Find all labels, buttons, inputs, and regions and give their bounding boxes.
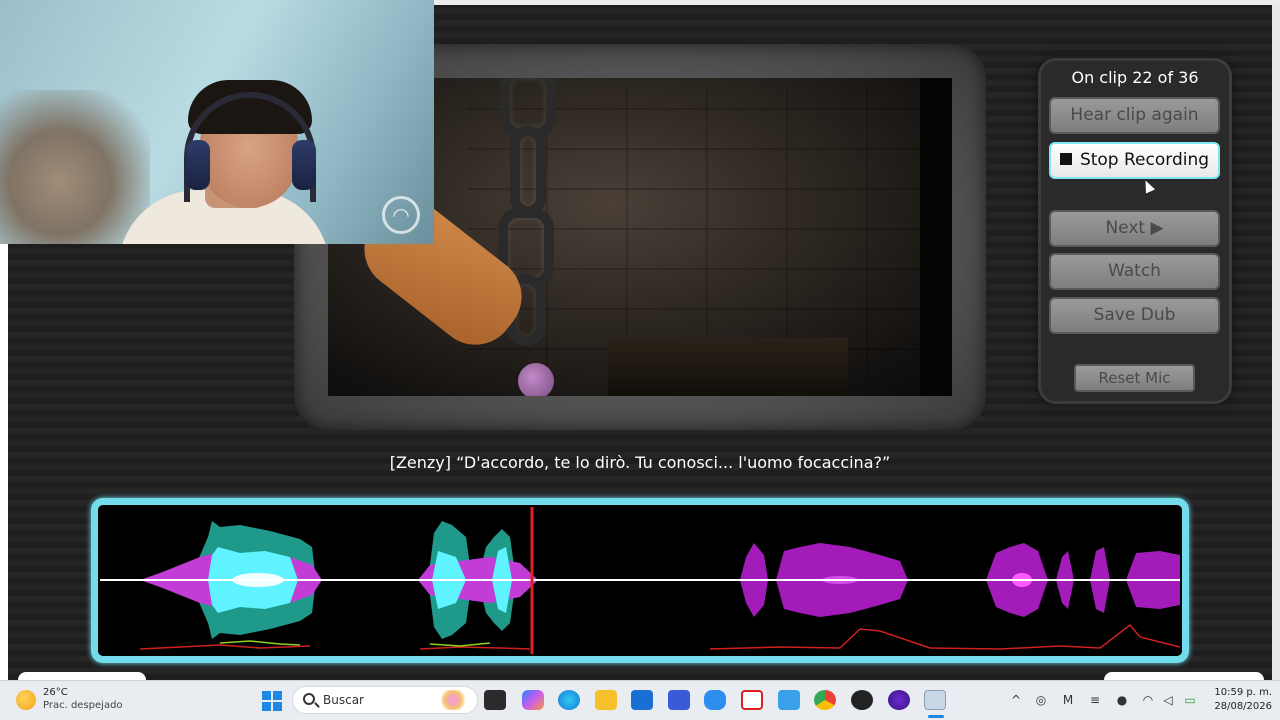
copilot-icon[interactable]: [522, 690, 544, 710]
chain-link: [510, 126, 546, 216]
github-icon[interactable]: [851, 690, 873, 710]
pitch-trace-red: [419, 646, 531, 650]
waveform-display[interactable]: [100, 507, 1180, 654]
bottom-tab-left: [18, 672, 146, 680]
subtitle-line: [Zenzy] “D'accordo, te lo dirò. Tu conos…: [389, 453, 891, 472]
file-explorer-icon[interactable]: [595, 690, 617, 710]
chrome-icon[interactable]: [814, 690, 836, 710]
headset-earcup-left: [186, 140, 210, 190]
weather-temperature[interactable]: 26°C: [43, 687, 68, 698]
search-icon: [303, 693, 315, 705]
active-app-indicator: [928, 715, 944, 718]
waveform-svg: [100, 507, 1180, 654]
mail-tray-icon[interactable]: M: [1061, 694, 1075, 706]
yandex-icon[interactable]: [741, 690, 763, 710]
right-edge: [1272, 5, 1280, 680]
clock-date[interactable]: 28/08/2026: [1206, 701, 1272, 712]
outlook-icon[interactable]: [778, 690, 800, 710]
sun-icon[interactable]: [16, 690, 36, 710]
weather-condition[interactable]: Prac. despejado: [43, 700, 123, 711]
scene-edge: [920, 78, 952, 396]
network-app-icon[interactable]: ◎: [1034, 694, 1048, 706]
hear-clip-again-button[interactable]: Hear clip again: [1049, 97, 1220, 134]
streaming-logo-icon: ◠: [382, 196, 420, 234]
reset-mic-button[interactable]: Reset Mic: [1074, 364, 1195, 392]
top-strip: [434, 0, 1280, 5]
watch-button[interactable]: Watch: [1049, 253, 1220, 290]
search-highlight-icon: [438, 690, 468, 710]
battery-icon[interactable]: ▭: [1183, 694, 1197, 706]
microphone-icon[interactable]: ●: [1115, 694, 1129, 706]
save-dub-button[interactable]: Save Dub: [1049, 297, 1220, 334]
pitch-trace-red: [709, 623, 1180, 650]
settings-tray-icon[interactable]: ≡: [1088, 694, 1102, 706]
wifi-icon[interactable]: ◠: [1141, 694, 1155, 706]
clock-time[interactable]: 10:59 p. m.: [1206, 687, 1272, 698]
obs-icon[interactable]: [888, 690, 910, 710]
stop-recording-button[interactable]: Stop Recording: [1049, 142, 1220, 179]
clip-counter: On clip 22 of 36: [1071, 68, 1199, 87]
taskview-icon[interactable]: [484, 690, 506, 710]
headset-earcup-right: [292, 140, 316, 190]
search-placeholder: Buscar: [323, 693, 364, 707]
stop-recording-label: Stop Recording: [1079, 150, 1210, 170]
webcam-background-blur: [0, 90, 150, 244]
store-icon[interactable]: [631, 690, 653, 710]
pitch-trace-green: [219, 640, 301, 646]
chevron-up-icon[interactable]: ^: [1009, 694, 1023, 706]
speaker-icon[interactable]: ◁: [1161, 694, 1175, 706]
mail-icon[interactable]: [668, 690, 690, 710]
active-app-icon[interactable]: [924, 690, 946, 710]
edge-icon[interactable]: [558, 690, 580, 710]
pitch-trace-red: [139, 644, 311, 650]
cloud-app-icon[interactable]: [704, 690, 726, 710]
next-button[interactable]: Next ▶: [1049, 210, 1220, 247]
pitch-trace-green: [429, 642, 491, 647]
stop-icon: [1059, 153, 1072, 165]
character-ball: [518, 363, 554, 396]
webcam-overlay: ◠: [0, 0, 434, 244]
bottom-tab-right: [1104, 672, 1264, 680]
scene-table: [608, 338, 848, 396]
windows-start-icon[interactable]: [262, 691, 282, 711]
